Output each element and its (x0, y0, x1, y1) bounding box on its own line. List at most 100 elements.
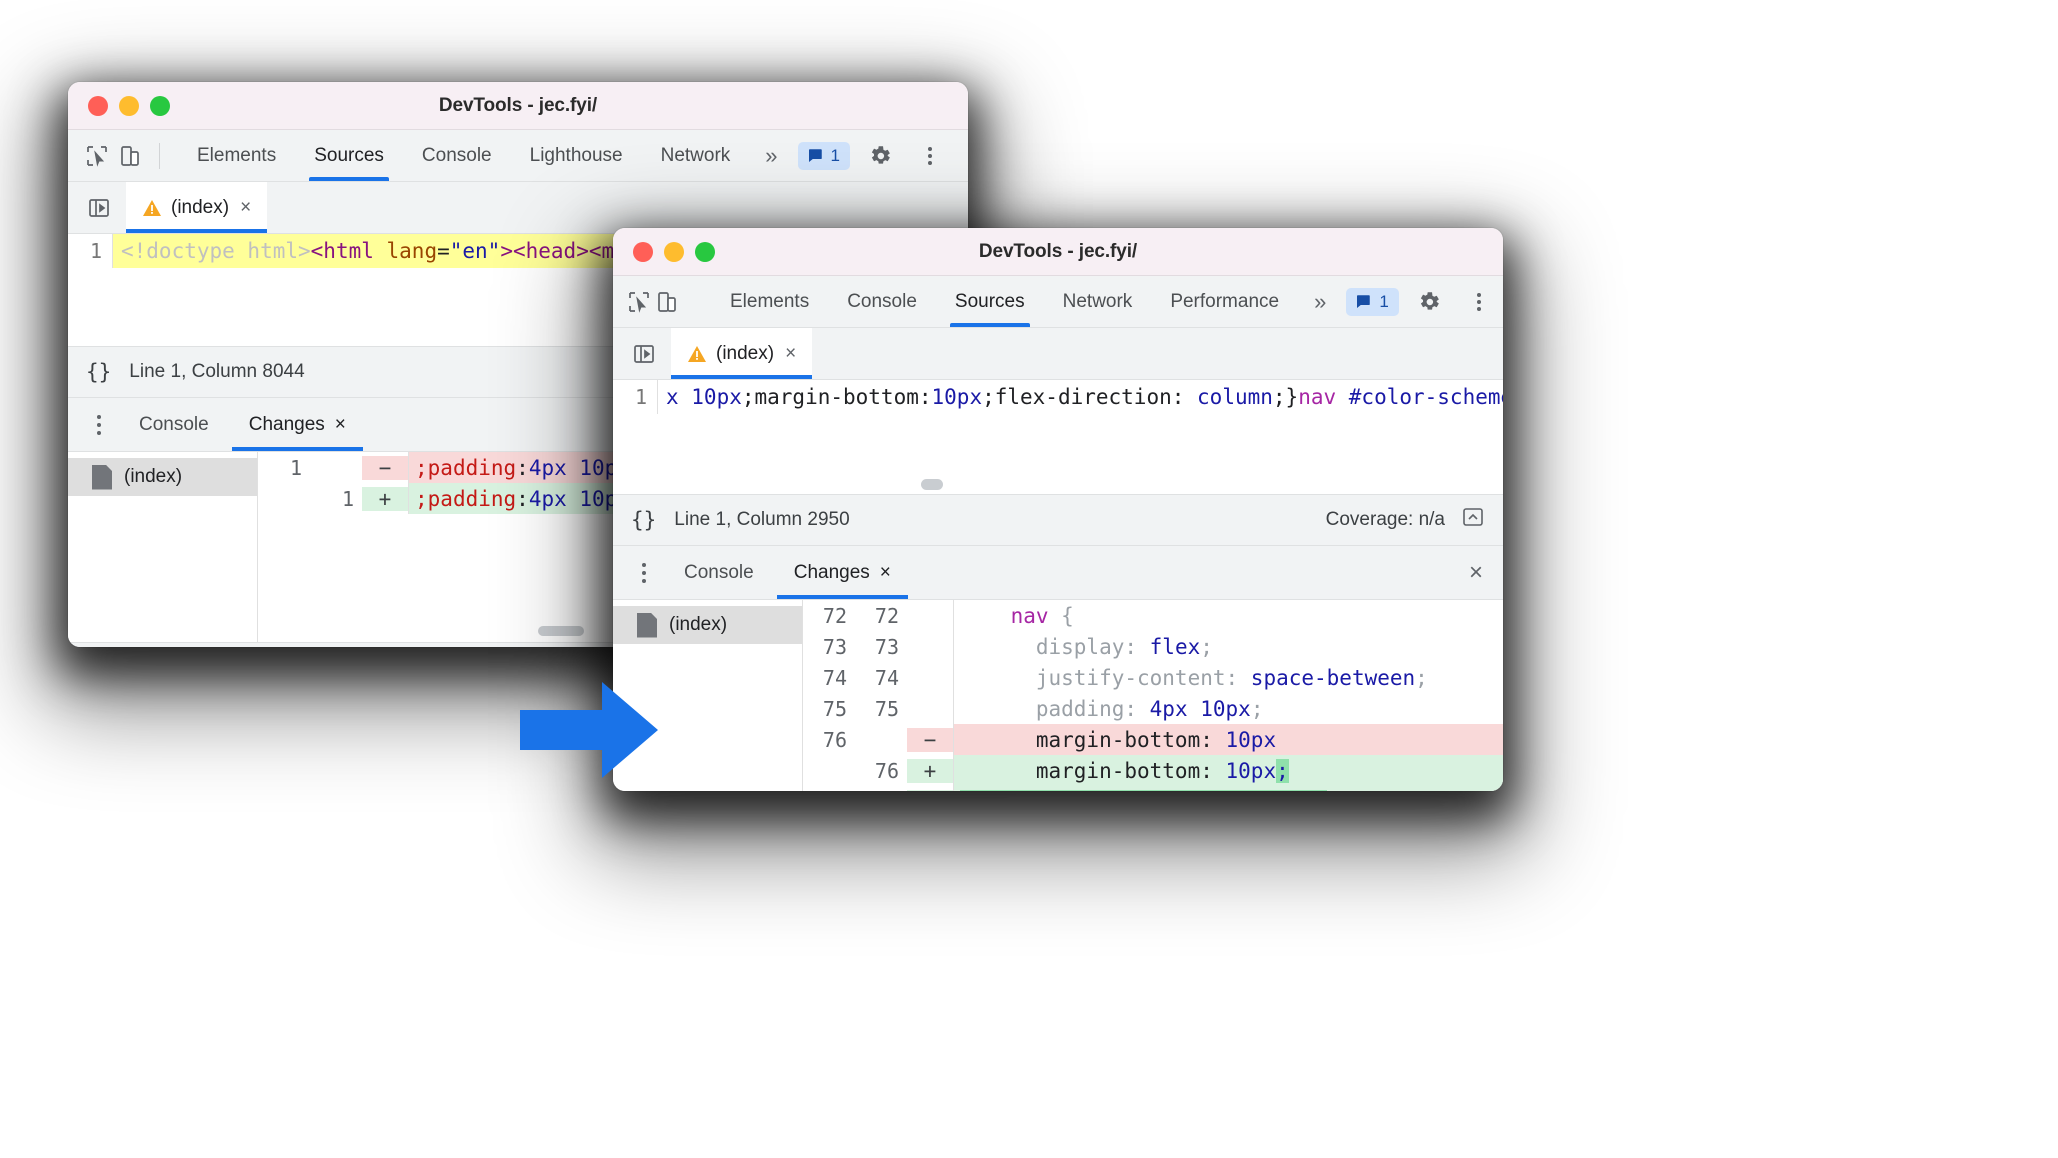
close-icon[interactable]: × (880, 562, 891, 584)
diff-old-line-number: 73 (822, 634, 847, 659)
back-file-tabstrip[interactable]: (index) × (68, 182, 968, 234)
code-token: 10px (931, 385, 983, 409)
code-token: 10px (1225, 727, 1277, 752)
diff-line-text: nav { (953, 600, 1503, 631)
file-icon (92, 464, 112, 490)
code-token: space-between (1250, 665, 1416, 690)
tab-sources[interactable]: Sources (295, 130, 403, 181)
drawer-tab-changes[interactable]: Changes × (231, 398, 364, 451)
code-token: ;margin-bottom: (741, 385, 932, 409)
tab-sources[interactable]: Sources (936, 276, 1044, 327)
file-tab-label: (index) (716, 342, 775, 364)
diff-sign: − (907, 727, 953, 752)
inspect-cursor-icon[interactable] (627, 283, 651, 321)
diff-new-line-number: 74 (874, 665, 899, 690)
back-devtools-toolbar[interactable]: Elements Sources Console Lighthouse Netw… (68, 130, 968, 182)
close-icon[interactable]: × (785, 343, 796, 365)
diff-new-line-number: 72 (874, 603, 899, 628)
zoom-window-button[interactable] (695, 241, 715, 262)
diff-line-text: padding: 4px 10px; (953, 693, 1503, 724)
tab-network[interactable]: Network (1044, 276, 1152, 327)
code-token: ; (415, 455, 428, 480)
tab-elements[interactable]: Elements (711, 276, 828, 327)
horizontal-scrollbar[interactable] (921, 479, 943, 490)
tab-elements[interactable]: Elements (178, 130, 295, 181)
code-token: ;flex-direction: (982, 385, 1198, 409)
diff-row: 76 − margin-bottom: 10px (803, 724, 1503, 755)
code-token: flex-direction: (1036, 790, 1238, 792)
close-drawer-icon[interactable]: × (1469, 559, 1503, 587)
front-diff-view[interactable]: 72 72 nav {73 73 display: flex; 74 74 justif… (803, 600, 1503, 791)
front-traffic-lights[interactable] (613, 241, 715, 262)
diff-old-line-number: 75 (822, 696, 847, 721)
drawer-menu-icon[interactable] (627, 562, 661, 583)
front-editor-statusbar[interactable]: {} Line 1, Column 2950 Coverage: n/a (613, 494, 1503, 546)
drawer-menu-icon[interactable] (82, 414, 116, 435)
tab-console[interactable]: Console (828, 276, 936, 327)
tab-lighthouse[interactable]: Lighthouse (511, 130, 642, 181)
code-token: ; (1200, 634, 1213, 659)
list-item[interactable]: (index) (613, 606, 802, 644)
back-changed-files-list[interactable]: (index) (68, 452, 258, 642)
kebab-menu-icon[interactable] (910, 136, 950, 176)
drawer-tab-changes[interactable]: Changes × (776, 546, 909, 599)
kebab-menu-icon[interactable] (1459, 282, 1499, 322)
front-changes-panel[interactable]: (index) 72 72 nav {73 73 display: flex; 74 7… (613, 600, 1503, 791)
message-count-badge[interactable]: 1 (1346, 287, 1399, 316)
code-line-content[interactable]: x 10px;margin-bottom:10px;flex-direction… (657, 380, 1503, 414)
back-panel-tabs[interactable]: Elements Sources Console Lighthouse Netw… (178, 130, 794, 181)
changed-file-label: (index) (124, 466, 183, 487)
gear-icon[interactable] (860, 136, 900, 176)
minimize-window-button[interactable] (119, 95, 139, 116)
file-icon (637, 612, 657, 638)
message-count-badge[interactable]: 1 (797, 141, 850, 170)
front-toolbar-actions[interactable]: 1 (1346, 282, 1502, 322)
close-icon[interactable]: × (240, 197, 251, 219)
show-navigator-icon[interactable] (80, 189, 118, 227)
back-toolbar-actions[interactable]: 1 (797, 136, 954, 176)
device-toolbar-icon[interactable] (655, 283, 679, 321)
gear-icon[interactable] (1409, 282, 1449, 322)
file-tab-index[interactable]: (index) × (671, 328, 813, 379)
front-drawer-tabstrip[interactable]: Console Changes × × (613, 546, 1503, 600)
tab-console[interactable]: Console (403, 130, 511, 181)
close-window-button[interactable] (88, 95, 108, 116)
device-toolbar-icon[interactable] (116, 137, 146, 175)
code-token: = (437, 239, 450, 263)
front-devtools-toolbar[interactable]: Elements Console Sources Network Perform… (613, 276, 1503, 328)
zoom-window-button[interactable] (150, 95, 170, 116)
horizontal-scrollbar[interactable] (538, 626, 584, 636)
close-window-button[interactable] (633, 241, 653, 262)
front-code-editor[interactable]: 1 x 10px;margin-bottom:10px;flex-directi… (613, 380, 1503, 494)
front-file-tabstrip[interactable]: (index) × (613, 328, 1503, 380)
show-navigator-icon[interactable] (625, 335, 663, 373)
collapse-drawer-icon[interactable] (1461, 505, 1485, 535)
list-item[interactable]: (index) (68, 458, 257, 496)
pretty-print-icon[interactable]: {} (86, 360, 111, 384)
minimize-window-button[interactable] (664, 241, 684, 262)
back-window-titlebar[interactable]: DevTools - jec.fyi/ (68, 82, 968, 130)
front-window-titlebar[interactable]: DevTools - jec.fyi/ (613, 228, 1503, 276)
file-tab-index[interactable]: (index) × (126, 182, 268, 233)
drawer-tab-changes-label: Changes (793, 561, 870, 583)
close-icon[interactable]: × (335, 414, 346, 436)
tab-network[interactable]: Network (642, 130, 750, 181)
diff-new-line-number: 73 (874, 634, 899, 659)
pretty-print-icon[interactable]: {} (631, 508, 656, 532)
diff-line-text: justify-content: space-between; (953, 662, 1503, 693)
drawer-tab-console[interactable]: Console (667, 546, 771, 599)
more-tabs-chevron-icon[interactable]: » (749, 130, 793, 181)
code-token: ; (1276, 758, 1289, 783)
drawer-tab-console[interactable]: Console (122, 398, 226, 451)
inspect-cursor-icon[interactable] (82, 137, 112, 175)
message-count-value: 1 (1379, 291, 1389, 311)
front-panel-tabs[interactable]: Elements Console Sources Network Perform… (711, 276, 1342, 327)
code-token: ; (1415, 665, 1428, 690)
devtools-window-after[interactable]: DevTools - jec.fyi/ Elements Console Sou… (613, 228, 1503, 791)
tab-performance[interactable]: Performance (1151, 276, 1298, 327)
more-tabs-chevron-icon[interactable]: » (1298, 276, 1342, 327)
back-traffic-lights[interactable] (68, 95, 170, 116)
